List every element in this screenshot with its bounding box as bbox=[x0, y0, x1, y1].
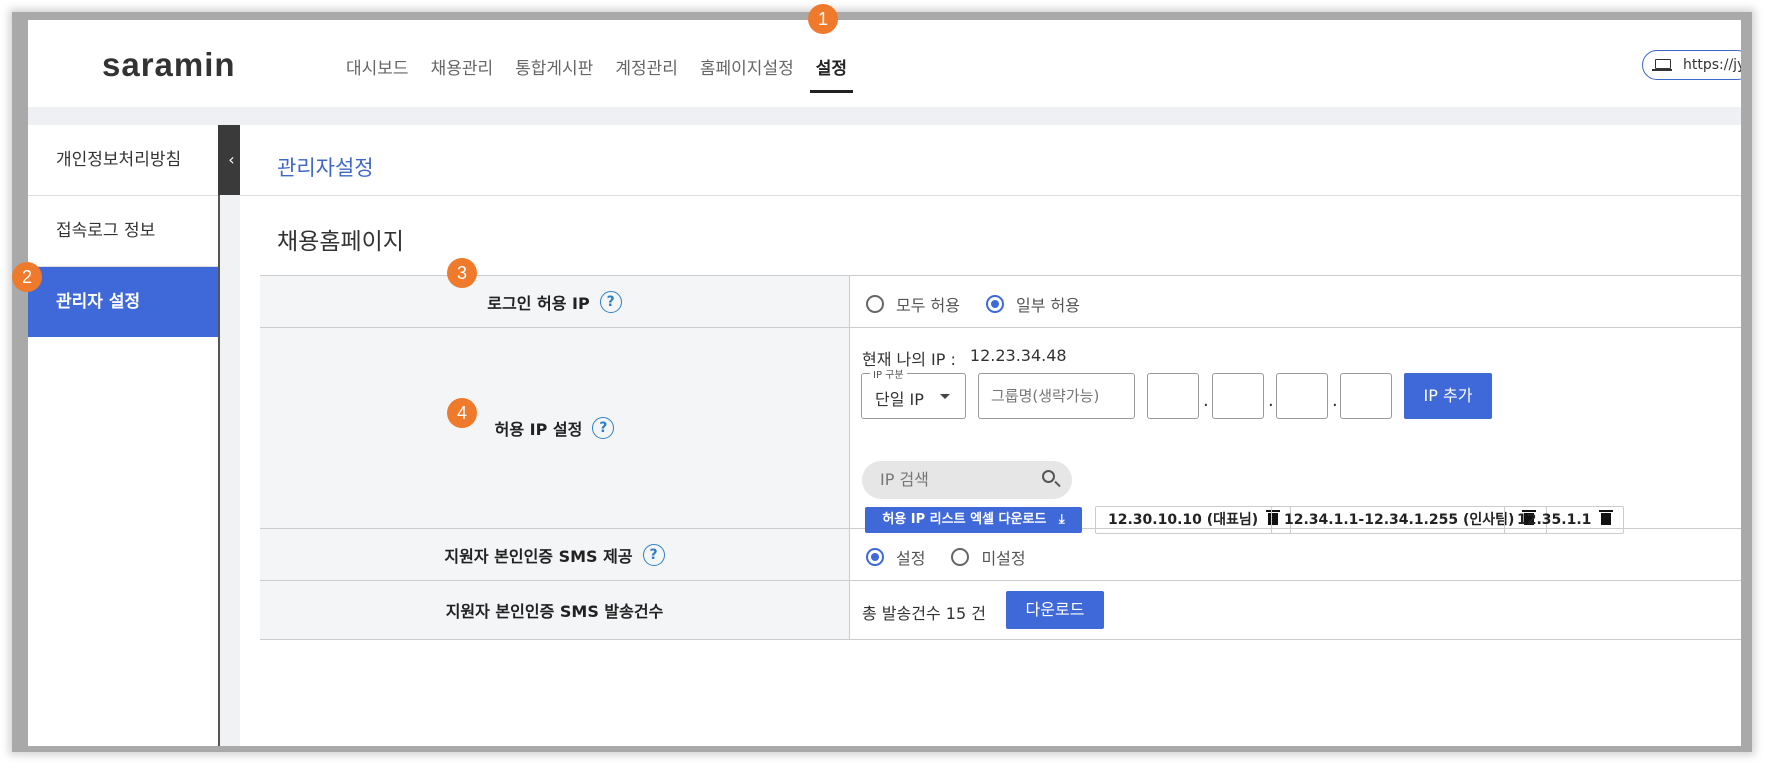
top-header: saramin 대시보드 채용관리 통합게시판 계정관리 홈페이지설정 설정 h… bbox=[28, 20, 1741, 107]
ip-tag-label: 12.30.10.10 (대표님) bbox=[1108, 512, 1259, 528]
sidebar-item-access-log[interactable]: 접속로그 정보 bbox=[28, 196, 218, 267]
header-divider bbox=[28, 107, 1741, 125]
annotation-badge: 2 bbox=[12, 262, 42, 292]
sms-count-text: 총 발송건수 15 건 bbox=[862, 604, 986, 623]
row-login-ip: 로그인 허용 IP ? 모두 허용 일부 허용 bbox=[260, 276, 1741, 328]
chevron-left-icon: ‹ bbox=[228, 150, 235, 169]
allow-ip-label: 허용 IP 설정 bbox=[494, 420, 583, 439]
admin-screen: saramin 대시보드 채용관리 통합게시판 계정관리 홈페이지설정 설정 h… bbox=[28, 20, 1741, 746]
row-allow-ip: 허용 IP 설정 ? 현재 나의 IP : 12.23.34.48 IP 구분 … bbox=[260, 328, 1741, 534]
nav-board[interactable]: 통합게시판 bbox=[515, 54, 593, 93]
nav-dashboard[interactable]: 대시보드 bbox=[346, 54, 409, 93]
nav-homepage-settings[interactable]: 홈페이지설정 bbox=[700, 54, 794, 93]
main-content: 관리자설정 채용홈페이지 로그인 허용 IP ? 모두 허용 일부 허용 허용 … bbox=[240, 125, 1741, 746]
radio-allow-all[interactable]: 모두 허용 bbox=[866, 292, 960, 316]
ip-type-legend: IP 구분 bbox=[870, 366, 907, 381]
trash-icon[interactable] bbox=[1599, 510, 1614, 525]
login-ip-options: 모두 허용 일부 허용 bbox=[850, 276, 1741, 327]
row-label: 지원자 본인인증 SMS 발송건수 bbox=[260, 581, 850, 639]
radio-label: 모두 허용 bbox=[896, 296, 960, 315]
group-name-input[interactable] bbox=[978, 373, 1135, 419]
row-label: 허용 IP 설정 ? bbox=[260, 328, 850, 528]
main-nav: 대시보드 채용관리 통합게시판 계정관리 홈페이지설정 설정 bbox=[346, 54, 869, 93]
radio-dot bbox=[866, 548, 884, 566]
sidebar: 개인정보처리방침 접속로그 정보 관리자 설정 bbox=[28, 125, 220, 746]
help-icon[interactable]: ? bbox=[599, 290, 622, 313]
homepage-url: https://jy bbox=[1683, 57, 1741, 73]
nav-account[interactable]: 계정관리 bbox=[615, 54, 678, 93]
row-label: 로그인 허용 IP ? bbox=[260, 276, 850, 327]
login-ip-label: 로그인 허용 IP bbox=[487, 293, 590, 313]
nav-recruit[interactable]: 채용관리 bbox=[431, 54, 494, 93]
add-ip-button[interactable]: IP 추가 bbox=[1404, 373, 1492, 419]
radio-sms-off[interactable]: 미설정 bbox=[951, 545, 1026, 569]
annotation-badge: 3 bbox=[447, 258, 477, 288]
ip-octet-4[interactable] bbox=[1340, 373, 1392, 419]
sms-count-label: 지원자 본인인증 SMS 발송건수 bbox=[445, 602, 664, 621]
allow-ip-settings: 현재 나의 IP : 12.23.34.48 IP 구분 단일 IP . . . bbox=[850, 328, 1741, 534]
ip-dot: . bbox=[1268, 390, 1274, 411]
ip-octet-2[interactable] bbox=[1212, 373, 1264, 419]
breadcrumb-divider bbox=[240, 195, 1741, 196]
ip-search-placeholder: IP 검색 bbox=[880, 470, 929, 489]
radio-label: 미설정 bbox=[981, 549, 1026, 568]
radio-allow-some[interactable]: 일부 허용 bbox=[985, 292, 1080, 316]
ip-tag-label: 12.34.1.1-12.34.1.255 (인사팀) bbox=[1284, 512, 1515, 528]
row-label: 지원자 본인인증 SMS 제공 ? bbox=[260, 529, 850, 580]
annotation-badge: 4 bbox=[447, 398, 477, 428]
ip-type-value: 단일 IP bbox=[875, 390, 924, 409]
section-title: 채용홈페이지 bbox=[277, 229, 404, 255]
radio-dot bbox=[866, 295, 884, 313]
sms-options: 설정 미설정 bbox=[850, 529, 1741, 580]
annotation-badge: 1 bbox=[808, 4, 838, 34]
settings-table: 로그인 허용 IP ? 모두 허용 일부 허용 허용 IP 설정 ? 현재 나의… bbox=[260, 275, 1741, 640]
sidebar-item-admin-settings[interactable]: 관리자 설정 bbox=[28, 267, 218, 337]
ip-octet-1[interactable] bbox=[1147, 373, 1199, 419]
ip-type-select[interactable]: IP 구분 단일 IP bbox=[861, 366, 966, 419]
nav-settings[interactable]: 설정 bbox=[809, 54, 854, 93]
help-icon[interactable]: ? bbox=[592, 417, 615, 439]
ip-tag-label: 12.35.1.1 bbox=[1517, 512, 1592, 528]
ip-octet-3[interactable] bbox=[1276, 373, 1328, 419]
download-icon: ⤓ bbox=[1058, 512, 1065, 527]
ip-search-input[interactable]: IP 검색 bbox=[862, 461, 1072, 499]
search-icon[interactable] bbox=[1042, 470, 1055, 483]
breadcrumb: 관리자설정 bbox=[277, 156, 374, 180]
laptop-icon bbox=[1652, 59, 1672, 71]
sidebar-item-privacy-policy[interactable]: 개인정보처리방침 bbox=[28, 125, 218, 196]
my-ip-value: 12.23.34.48 bbox=[969, 346, 1067, 365]
radio-dot bbox=[951, 548, 970, 566]
download-ip-list-label: 허용 IP 리스트 엑셀 다운로드 bbox=[882, 512, 1047, 527]
radio-label: 설정 bbox=[896, 549, 926, 568]
sms-download-button[interactable]: 다운로드 bbox=[1006, 591, 1104, 629]
homepage-url-button[interactable]: https://jy bbox=[1642, 50, 1741, 80]
saramin-logo[interactable]: saramin bbox=[102, 46, 236, 84]
radio-dot bbox=[985, 295, 1004, 313]
sidebar-gutter bbox=[220, 195, 240, 746]
ip-dot: . bbox=[1332, 390, 1338, 411]
help-icon[interactable]: ? bbox=[642, 543, 665, 566]
ip-dot: . bbox=[1203, 390, 1209, 411]
caret-down-icon bbox=[940, 394, 950, 399]
row-sms-count: 지원자 본인인증 SMS 발송건수 총 발송건수 15 건 다운로드 bbox=[260, 581, 1741, 640]
sms-label: 지원자 본인인증 SMS 제공 bbox=[444, 546, 633, 566]
radio-sms-on[interactable]: 설정 bbox=[866, 545, 925, 569]
sms-count-value: 총 발송건수 15 건 다운로드 bbox=[850, 581, 1741, 639]
radio-label: 일부 허용 bbox=[1015, 296, 1080, 315]
row-sms: 지원자 본인인증 SMS 제공 ? 설정 미설정 bbox=[260, 529, 1741, 581]
